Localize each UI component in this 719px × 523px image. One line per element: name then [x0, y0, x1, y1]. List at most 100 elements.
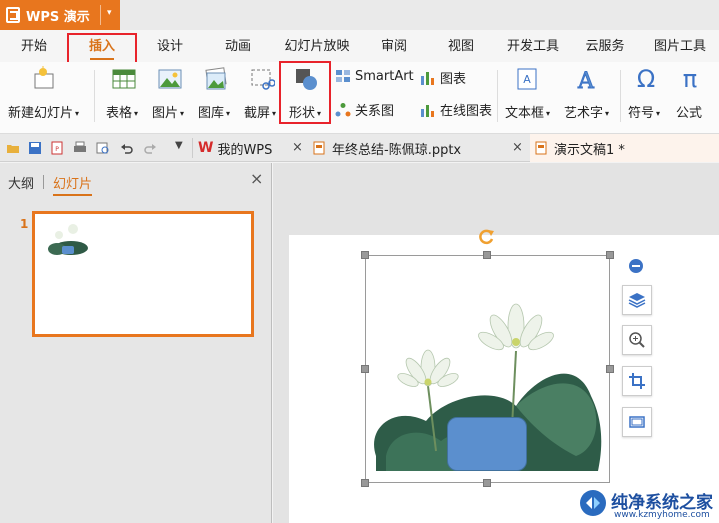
chevron-down-icon[interactable]: ▼	[175, 140, 183, 151]
wps-logo-icon	[6, 7, 20, 23]
new-slide-label: 新建幻灯片	[8, 106, 74, 121]
crop-button[interactable]	[622, 366, 652, 396]
resize-handle[interactable]	[483, 479, 491, 487]
chart-button[interactable]: 图表	[420, 68, 466, 87]
close-icon[interactable]: ×	[512, 140, 523, 155]
resize-handle[interactable]	[606, 365, 614, 373]
slide-number: 1	[20, 217, 29, 231]
save-icon[interactable]	[28, 141, 42, 155]
resize-handle[interactable]	[483, 251, 491, 259]
omega-icon: Ω	[636, 65, 656, 93]
resize-handle[interactable]	[606, 251, 614, 259]
screenshot-button[interactable]: 截屏 ▾	[242, 66, 282, 126]
wps-menu-button[interactable]: WPS 演示 ▾	[0, 0, 120, 30]
relation-icon	[335, 102, 351, 116]
symbol-label: 符号	[628, 106, 655, 121]
tab-slides[interactable]: 幻灯片	[53, 173, 93, 196]
table-button[interactable]: 表格 ▾	[104, 66, 144, 126]
online-chart-button[interactable]: 在线图表	[420, 100, 492, 119]
doc-tab-label: 年终总结-陈佩琼.pptx	[332, 142, 462, 158]
layer-button[interactable]	[622, 285, 652, 315]
tab-home[interactable]: 开始	[14, 36, 54, 58]
title-bar: WPS 演示 ▾	[0, 0, 719, 30]
formula-button[interactable]: π 公式	[672, 66, 708, 126]
print-icon[interactable]	[73, 141, 87, 155]
smartart-button[interactable]: SmartArt	[335, 68, 414, 84]
layers-icon	[628, 293, 646, 308]
tab-review[interactable]: 审阅	[374, 36, 414, 58]
new-slide-icon	[34, 66, 54, 89]
table-icon	[112, 69, 136, 89]
textbox-button[interactable]: A 文本框 ▾	[503, 66, 551, 126]
relation-button[interactable]: 关系图	[335, 100, 394, 119]
pi-icon: π	[682, 65, 698, 93]
close-icon[interactable]: ×	[250, 169, 263, 188]
frame-icon	[629, 416, 645, 428]
tab-picture-tools[interactable]: 图片工具	[645, 36, 715, 58]
slides-panel: 大纲 幻灯片 × 1	[0, 163, 272, 523]
doc-tab-annual-summary[interactable]: 年终总结-陈佩琼.pptx ×	[312, 134, 528, 162]
online-chart-icon	[421, 104, 434, 117]
tab-slideshow[interactable]: 幻灯片放映	[280, 36, 354, 58]
textbox-icon: A	[517, 68, 537, 90]
close-icon[interactable]: ×	[292, 140, 303, 155]
quick-access-toolbar: P ▼ W 我的WPS × 年终总结-陈佩琼.pptx × 演示文稿1 *	[0, 134, 719, 162]
zoom-button[interactable]	[622, 325, 652, 355]
doc-tab-mywps[interactable]: W 我的WPS ×	[198, 134, 310, 162]
tab-developer[interactable]: 开发工具	[502, 36, 564, 58]
new-slide-button[interactable]: 新建幻灯片 ▾	[6, 66, 82, 126]
picture-label: 图片	[152, 106, 179, 121]
resize-handle[interactable]	[361, 479, 369, 487]
formula-label: 公式	[676, 106, 703, 121]
svg-text:A: A	[577, 69, 595, 92]
wordart-button[interactable]: A 艺术字 ▾	[562, 66, 610, 126]
svg-text:P: P	[55, 146, 59, 153]
ribbon: 新建幻灯片 ▾ 表格 ▾ 图片 ▾ 图库 ▾ 截屏 ▾ 形状 ▾ SmartAr…	[0, 62, 719, 134]
picture-button[interactable]: 图片 ▾	[150, 66, 190, 126]
online-chart-label: 在线图表	[440, 104, 493, 119]
slide-thumbnail[interactable]	[32, 211, 254, 337]
watermark: 纯净系统之家 www.kzmyhome.com	[578, 486, 719, 523]
rotate-handle-icon[interactable]	[478, 228, 496, 246]
watermark-url: www.kzmyhome.com	[614, 510, 710, 520]
collapse-icon[interactable]	[628, 258, 644, 274]
wps-w-icon: W	[198, 140, 214, 156]
crop-icon	[629, 373, 645, 389]
pptx-file-icon	[535, 141, 547, 155]
tab-outline[interactable]: 大纲	[8, 173, 34, 192]
app-title: WPS 演示	[26, 9, 90, 25]
doc-tab-presentation1[interactable]: 演示文稿1 *	[530, 134, 719, 162]
tab-animation[interactable]: 动画	[218, 36, 258, 58]
screenshot-label: 截屏	[244, 106, 271, 121]
svg-text:A: A	[523, 73, 531, 86]
open-folder-icon[interactable]	[6, 141, 20, 155]
relation-label: 关系图	[355, 104, 395, 119]
chart-label: 图表	[440, 72, 467, 87]
rounded-rectangle-shape[interactable]	[447, 417, 527, 471]
bar-chart-icon	[421, 71, 434, 85]
frame-button[interactable]	[622, 407, 652, 437]
textbox-label: 文本框	[505, 106, 545, 121]
tab-view[interactable]: 视图	[441, 36, 481, 58]
resize-handle[interactable]	[361, 365, 369, 373]
chevron-down-icon[interactable]: ▾	[107, 8, 112, 18]
zoom-in-icon	[629, 332, 645, 348]
print-preview-icon[interactable]	[96, 141, 110, 155]
wordart-label: 艺术字	[564, 106, 604, 121]
picture-icon	[158, 69, 182, 89]
smartart-icon	[336, 70, 350, 82]
gallery-button[interactable]: 图库 ▾	[196, 66, 236, 126]
tab-design[interactable]: 设计	[150, 36, 190, 58]
symbol-button[interactable]: Ω 符号 ▾	[626, 66, 666, 126]
redo-icon[interactable]	[143, 141, 157, 155]
gallery-icon	[205, 67, 227, 90]
undo-icon[interactable]	[120, 141, 134, 155]
wordart-icon: A	[577, 69, 596, 95]
resize-handle[interactable]	[361, 251, 369, 259]
doc-tab-label: 演示文稿1 *	[554, 142, 625, 158]
pptx-file-icon	[313, 141, 325, 155]
tab-cloud[interactable]: 云服务	[580, 36, 630, 58]
export-pdf-icon[interactable]: P	[50, 141, 64, 155]
lotus-thumbnail-image	[48, 224, 88, 255]
gallery-label: 图库	[198, 106, 225, 121]
